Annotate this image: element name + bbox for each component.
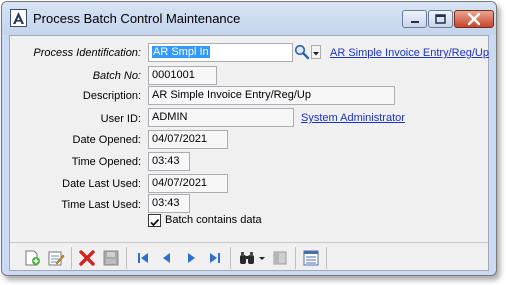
first-record-icon[interactable] (134, 249, 152, 267)
list-icon[interactable] (302, 249, 320, 267)
time-last-used-label: Time Last Used: (61, 199, 141, 211)
date-opened-field[interactable]: 04/07/2021 (148, 130, 228, 149)
title-bar[interactable]: Process Batch Control Maintenance (2, 2, 496, 35)
maximize-button[interactable] (428, 10, 453, 28)
new-record-icon[interactable] (23, 249, 41, 267)
panel-icon[interactable] (271, 249, 289, 267)
find-icon[interactable] (238, 249, 256, 267)
save-icon[interactable] (102, 249, 120, 267)
edit-record-icon[interactable] (47, 249, 65, 267)
description-label: Description: (82, 90, 141, 102)
user-id-label: User ID: (100, 113, 141, 125)
batch-contains-data-label[interactable]: Batch contains data (165, 214, 262, 226)
find-dropdown-icon[interactable] (257, 249, 267, 267)
app-logo-icon (10, 9, 27, 27)
toolbar-divider (10, 242, 488, 243)
last-record-icon[interactable] (206, 249, 224, 267)
batch-contains-data-checkbox[interactable] (148, 214, 161, 227)
form-panel: Process Identification: AR Smpl In AR Si… (9, 35, 489, 271)
toolbar-separator (230, 247, 231, 269)
toolbar-separator (126, 247, 127, 269)
window-title: Process Batch Control Maintenance (33, 11, 241, 26)
time-last-used-field[interactable]: 03:43 (148, 194, 190, 213)
date-last-used-label: Date Last Used: (62, 178, 141, 190)
chevron-down-icon[interactable] (311, 45, 321, 59)
date-opened-label: Date Opened: (72, 134, 142, 146)
batch-no-field[interactable]: 0001001 (148, 66, 217, 85)
process-id-label: Process Identification: (33, 47, 141, 59)
toolbar-separator (295, 247, 296, 269)
process-description-link[interactable]: AR Simple Invoice Entry/Reg/Up (330, 47, 489, 59)
close-button[interactable] (454, 10, 494, 28)
checkmark-icon (150, 218, 160, 227)
user-id-field[interactable]: ADMIN (148, 108, 294, 127)
process-id-value: AR Smpl In (152, 46, 210, 58)
time-opened-field[interactable]: 03:43 (148, 152, 190, 171)
next-record-icon[interactable] (182, 249, 200, 267)
app-window: Process Batch Control Maintenance Proces… (1, 1, 497, 276)
description-field[interactable]: AR Simple Invoice Entry/Reg/Up (148, 86, 395, 105)
minimize-button[interactable] (402, 10, 427, 28)
delete-icon[interactable] (78, 249, 96, 267)
user-name-link[interactable]: System Administrator (301, 112, 405, 124)
time-opened-label: Time Opened: (71, 156, 141, 168)
search-icon[interactable] (294, 44, 310, 60)
toolbar-separator (71, 247, 72, 269)
batch-no-label: Batch No: (92, 70, 141, 82)
process-id-input[interactable]: AR Smpl In (148, 43, 293, 62)
toolbar-separator (326, 247, 327, 269)
date-last-used-field[interactable]: 04/07/2021 (148, 174, 228, 193)
previous-record-icon[interactable] (158, 249, 176, 267)
